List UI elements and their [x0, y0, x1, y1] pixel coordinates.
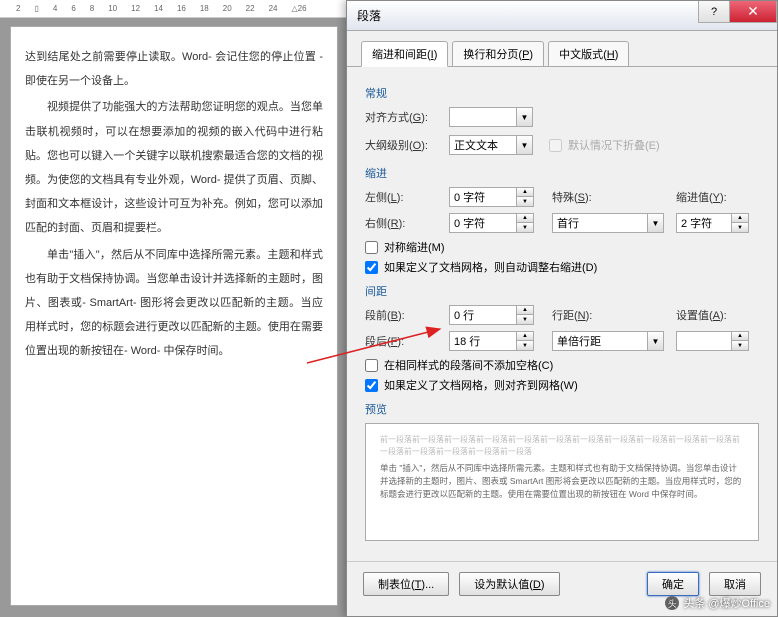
chevron-down-icon[interactable]: ▼ [648, 331, 664, 351]
special-label: 特殊(S): [552, 189, 630, 205]
indent-left-label: 左侧(L): [365, 189, 443, 205]
cancel-button[interactable]: 取消 [709, 572, 761, 596]
at-spinner[interactable]: ▲▼ [676, 331, 749, 351]
section-preview: 预览 [365, 401, 759, 417]
preview-box: 前一段落前一段落前一段落前一段落前一段落前一段落前一段落前一段落前一段落前一段落… [365, 423, 759, 541]
section-indent: 缩进 [365, 165, 759, 181]
section-general: 常规 [365, 85, 759, 101]
watermark: 头 头条 @爆炒Office [665, 595, 770, 611]
special-select[interactable]: ▼ [552, 213, 664, 233]
dialog-title: 段落 [357, 7, 699, 24]
collapse-checkbox [549, 139, 562, 152]
document-page[interactable]: 达到结尾处之前需要停止读取。Word- 会记住您的停止位置 - 即使在另一个设备… [10, 26, 338, 606]
collapse-label: 默认情况下折叠(E) [568, 137, 660, 153]
set-default-button[interactable]: 设为默认值(D) [459, 572, 559, 596]
before-spinner[interactable]: ▲▼ [449, 305, 534, 325]
indent-right-label: 右侧(R): [365, 215, 443, 231]
ok-button[interactable]: 确定 [647, 572, 699, 596]
paragraph-dialog: 段落 ? ✕ 缩进和间距(I) 换行和分页(P) 中文版式(H) 常规 对齐方式… [346, 0, 778, 617]
dialog-tabs: 缩进和间距(I) 换行和分页(P) 中文版式(H) [347, 31, 777, 67]
by-label: 缩进值(Y): [676, 189, 754, 205]
outline-label: 大纲级别(O): [365, 137, 443, 153]
chevron-down-icon[interactable]: ▼ [517, 107, 533, 127]
auto-right-indent-label: 如果定义了文档网格，则自动调整右缩进(D) [384, 259, 597, 275]
alignment-label: 对齐方式(G): [365, 109, 443, 125]
line-spacing-select[interactable]: ▼ [552, 331, 664, 351]
indent-right-spinner[interactable]: ▲▼ [449, 213, 534, 233]
chevron-down-icon[interactable]: ▼ [517, 135, 533, 155]
snap-grid-label: 如果定义了文档网格，则对齐到网格(W) [384, 377, 578, 393]
by-spinner[interactable]: ▲▼ [676, 213, 749, 233]
tabs-button[interactable]: 制表位(T)... [363, 572, 449, 596]
help-button[interactable]: ? [698, 1, 730, 23]
document-area: 达到结尾处之前需要停止读取。Word- 会记住您的停止位置 - 即使在另一个设备… [0, 18, 348, 617]
paragraph[interactable]: 单击"插入"，然后从不同库中选择所需元素。主题和样式也有助于文档保持协调。当您单… [25, 243, 323, 364]
no-space-same-style-checkbox[interactable] [365, 359, 378, 372]
outline-select[interactable]: ▼ [449, 135, 533, 155]
alignment-select[interactable]: ▼ [449, 107, 533, 127]
no-space-same-style-label: 在相同样式的段落间不添加空格(C) [384, 357, 553, 373]
section-spacing: 间距 [365, 283, 759, 299]
after-label: 段后(F): [365, 333, 443, 349]
at-label: 设置值(A): [676, 307, 754, 323]
mirror-indent-checkbox[interactable] [365, 241, 378, 254]
tab-line-page-breaks[interactable]: 换行和分页(P) [452, 41, 544, 67]
dialog-titlebar: 段落 ? ✕ [347, 1, 777, 31]
tab-asian-typography[interactable]: 中文版式(H) [548, 41, 629, 67]
watermark-icon: 头 [665, 596, 679, 610]
auto-right-indent-checkbox[interactable] [365, 261, 378, 274]
paragraph[interactable]: 达到结尾处之前需要停止读取。Word- 会记住您的停止位置 - 即使在另一个设备… [25, 45, 323, 93]
indent-left-spinner[interactable]: ▲▼ [449, 187, 534, 207]
before-label: 段前(B): [365, 307, 443, 323]
close-button[interactable]: ✕ [729, 1, 777, 23]
mirror-indent-label: 对称缩进(M) [384, 239, 445, 255]
chevron-down-icon[interactable]: ▼ [648, 213, 664, 233]
tab-indent-spacing[interactable]: 缩进和间距(I) [361, 41, 448, 67]
line-spacing-label: 行距(N): [552, 307, 630, 323]
after-spinner[interactable]: ▲▼ [449, 331, 534, 351]
paragraph[interactable]: 视频提供了功能强大的方法帮助您证明您的观点。当您单击联机视频时，可以在想要添加的… [25, 95, 323, 240]
tab-panel: 常规 对齐方式(G): ▼ 大纲级别(O): ▼ 默认情况下折叠(E) 缩进 左… [347, 66, 777, 551]
snap-grid-checkbox[interactable] [365, 379, 378, 392]
